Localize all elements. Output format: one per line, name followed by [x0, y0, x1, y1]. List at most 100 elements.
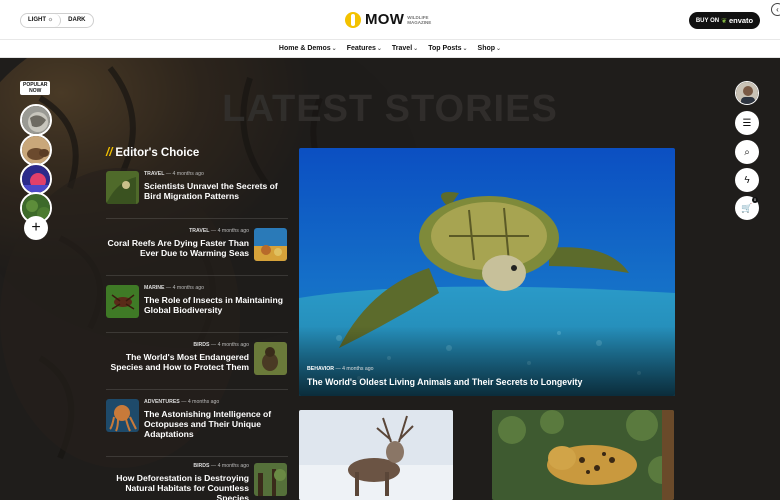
- list-item[interactable]: TRAVEL — 4 months ago Scientists Unravel…: [106, 171, 288, 221]
- story-category[interactable]: ADVENTURES: [144, 399, 180, 405]
- heading-label: Editor's Choice: [115, 147, 200, 159]
- story-time: 4 months ago: [217, 342, 249, 348]
- thumb-image: [254, 463, 287, 496]
- story-category[interactable]: BIRDS: [193, 342, 209, 348]
- story-thumbnail[interactable]: [106, 285, 139, 318]
- story-time: 4 months ago: [187, 399, 220, 405]
- user-avatar[interactable]: [735, 81, 759, 105]
- lightning-icon: ϟ: [744, 174, 750, 186]
- story-time: 4 months ago: [172, 171, 204, 177]
- list-item[interactable]: TRAVEL — 4 months ago Coral Reefs Are Dy…: [106, 228, 288, 278]
- theme-light-option[interactable]: LIGHT ☼: [21, 14, 62, 27]
- list-divider: [106, 218, 288, 219]
- story-time: 4 months ago: [217, 463, 249, 469]
- nav-travel[interactable]: Travel ⌄: [392, 45, 418, 52]
- story-card[interactable]: [299, 410, 453, 500]
- story-category[interactable]: MARINE: [144, 285, 164, 291]
- story-meta: ADVENTURES — 4 months ago: [144, 399, 286, 405]
- thumb-image: [106, 171, 139, 204]
- list-item[interactable]: BIRDS — 4 months ago The World's Most En…: [106, 342, 288, 392]
- cart-count-badge: 0: [752, 197, 758, 203]
- editors-choice-heading: // Editor's Choice: [106, 147, 199, 159]
- logo-tagline-line-2: MAGAZINE: [407, 19, 432, 25]
- story-category[interactable]: BIRDS: [193, 463, 209, 469]
- section-title: LATEST STORIES: [222, 88, 558, 130]
- nav-shop[interactable]: Shop ⌄: [478, 45, 502, 52]
- story-meta: BIRDS — 4 months ago: [106, 342, 249, 348]
- logo-wordmark: MOW: [365, 11, 405, 28]
- feature-category[interactable]: BEHAVIOR: [307, 366, 334, 372]
- nav-label: Shop: [477, 45, 496, 52]
- site-header: LIGHT ☼ DARK MOW WILDLIFE MAGAZINE BUY O…: [0, 0, 780, 40]
- back-arrow-icon[interactable]: ‹: [771, 3, 780, 16]
- nav-label: Features: [346, 45, 376, 52]
- chevron-down-icon: ⌄: [462, 46, 468, 52]
- story-thumbnail[interactable]: [254, 228, 287, 261]
- buy-button-label: BUY ON: [695, 17, 720, 24]
- list-item[interactable]: MARINE — 4 months ago The Role of Insect…: [106, 285, 288, 335]
- feature-headline[interactable]: The World's Oldest Living Animals and Th…: [307, 377, 582, 387]
- story-meta: MARINE — 4 months ago: [144, 285, 286, 291]
- envato-leaf-icon: ❦: [721, 17, 727, 25]
- feature-meta: BEHAVIOR — 4 months ago: [307, 366, 374, 372]
- feature-time: 4 months ago: [342, 366, 374, 372]
- thumb-image: [106, 399, 139, 432]
- chevron-down-icon: ⌄: [413, 46, 419, 52]
- list-item[interactable]: BIRDS — 4 months ago How Deforestation i…: [106, 463, 288, 500]
- theme-toggle[interactable]: LIGHT ☼ DARK: [20, 13, 94, 28]
- chevron-down-icon: ⌄: [331, 46, 337, 52]
- search-icon: ⌕: [744, 146, 750, 158]
- site-logo[interactable]: MOW WILDLIFE MAGAZINE: [345, 11, 441, 28]
- buy-on-envato-button[interactable]: BUY ON ❦ envato: [689, 12, 760, 29]
- story-headline[interactable]: The Role of Insects in Maintaining Globa…: [144, 295, 286, 315]
- popular-story-thumb[interactable]: [20, 163, 52, 195]
- popular-story-thumb[interactable]: [20, 134, 52, 166]
- story-time: 4 months ago: [217, 228, 249, 234]
- jaguar-image: [492, 410, 674, 500]
- hamburger-menu-icon: ☰: [742, 117, 752, 129]
- story-category[interactable]: TRAVEL: [189, 228, 209, 234]
- more-popular-button[interactable]: +: [24, 216, 48, 240]
- story-thumbnail[interactable]: [106, 171, 139, 204]
- menu-button[interactable]: ☰: [735, 111, 759, 135]
- nav-top-posts[interactable]: Top Posts ⌄: [428, 45, 467, 52]
- list-item[interactable]: ADVENTURES — 4 months ago The Astonishin…: [106, 399, 288, 449]
- nav-home-demos[interactable]: Home & Demos ⌄: [279, 45, 337, 52]
- story-card[interactable]: [492, 410, 674, 500]
- list-divider: [106, 389, 288, 390]
- meta-dash: —: [335, 366, 341, 372]
- story-headline[interactable]: How Deforestation is Destroying Natural …: [106, 473, 249, 500]
- popular-now-tag: POPULAR NOW: [20, 81, 51, 95]
- nav-label: Travel: [391, 45, 413, 52]
- meta-dash: —: [210, 228, 217, 234]
- trending-button[interactable]: ϟ: [735, 168, 759, 192]
- story-headline[interactable]: Coral Reefs Are Dying Faster Than Ever D…: [106, 238, 249, 258]
- theme-dark-option[interactable]: DARK: [61, 14, 92, 27]
- story-meta: TRAVEL — 4 months ago: [144, 171, 286, 177]
- meta-dash: —: [181, 399, 187, 405]
- story-thumbnail[interactable]: [254, 342, 287, 375]
- list-divider: [106, 275, 288, 276]
- chevron-down-icon: ⌄: [496, 46, 502, 52]
- story-thumbnail[interactable]: [254, 463, 287, 496]
- story-meta: BIRDS — 4 months ago: [106, 463, 249, 469]
- meta-dash: —: [210, 463, 217, 469]
- popular-story-thumb[interactable]: [20, 104, 52, 136]
- nav-label: Home & Demos: [278, 45, 331, 52]
- logo-mark-icon: [345, 11, 361, 28]
- meta-dash: —: [210, 342, 217, 348]
- story-thumbnail[interactable]: [106, 399, 139, 432]
- story-meta: TRAVEL — 4 months ago: [106, 228, 249, 234]
- featured-story-card[interactable]: BEHAVIOR — 4 months ago The World's Olde…: [299, 148, 675, 396]
- cart-button[interactable]: 🛒 0: [735, 196, 759, 220]
- search-button[interactable]: ⌕: [735, 140, 759, 164]
- thumb-image: [106, 285, 139, 318]
- story-headline[interactable]: The World's Most Endangered Species and …: [106, 352, 249, 372]
- latest-stories-section: LATEST STORIES POPULAR NOW + ☰ ⌕ ϟ 🛒 0 /…: [0, 58, 780, 500]
- story-category[interactable]: TRAVEL: [144, 171, 164, 177]
- thumb-image: [254, 228, 287, 261]
- story-headline[interactable]: The Astonishing Intelligence of Octopuse…: [144, 409, 286, 439]
- nav-features[interactable]: Features ⌄: [347, 45, 382, 52]
- meta-dash: —: [165, 285, 172, 291]
- story-headline[interactable]: Scientists Unravel the Secrets of Bird M…: [144, 181, 286, 201]
